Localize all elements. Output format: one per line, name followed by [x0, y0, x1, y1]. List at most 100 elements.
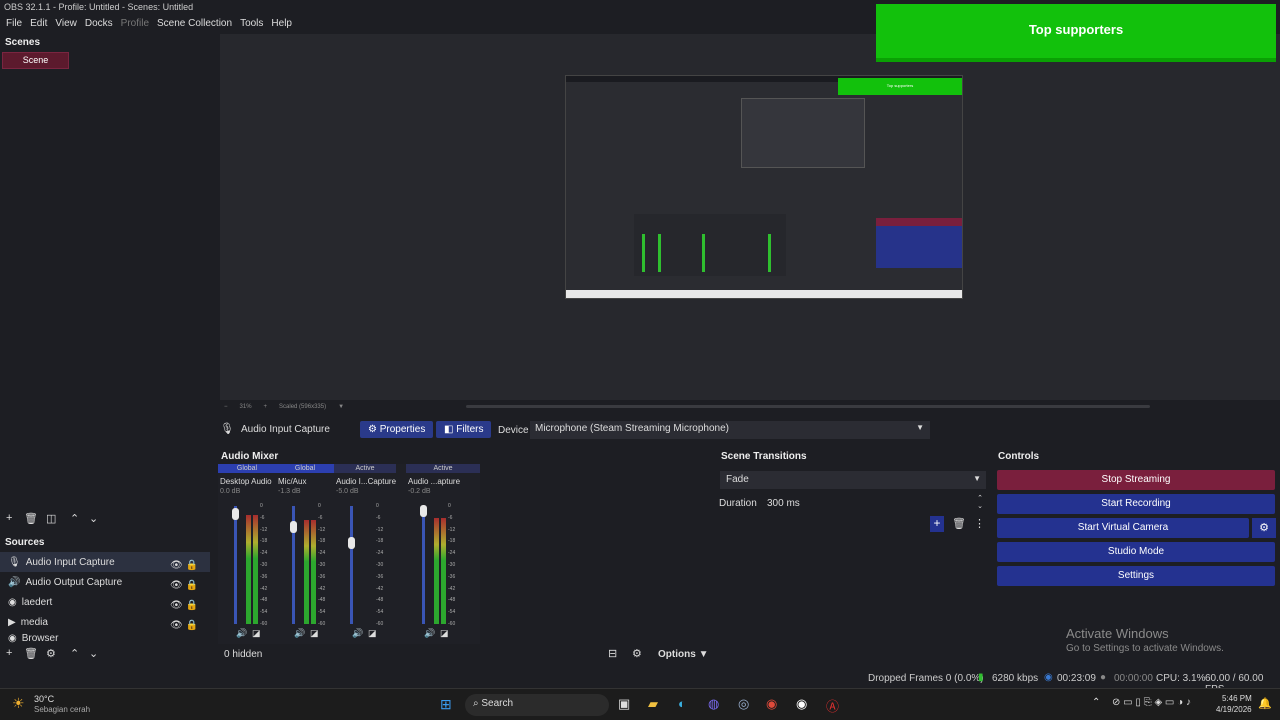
speaker-icon[interactable]: 🔊: [424, 628, 435, 639]
eye-icon[interactable]: 👁 🔒: [170, 616, 198, 636]
trash-icon[interactable]: 🗑: [24, 512, 38, 525]
notification-icon[interactable]: 🔔: [1258, 697, 1272, 710]
meter-tick-label: -6: [448, 514, 453, 521]
chevron-down-icon[interactable]: ⌄: [89, 512, 98, 525]
tray-icons[interactable]: ⊘ ▭ ▯ ⎘ ◈ ▭ ◑ ♪: [1112, 697, 1191, 708]
monitor-icon[interactable]: ◪: [252, 628, 261, 639]
channel-name[interactable]: Audio I...Capture: [334, 473, 396, 486]
add-icon[interactable]: +: [6, 512, 12, 524]
weather-desc: Sebagian cerah: [34, 705, 91, 714]
scaled-label: Scaled (596x335): [279, 404, 327, 410]
preview-scrollbar[interactable]: [466, 405, 1150, 408]
add-icon[interactable]: +: [6, 647, 12, 659]
chrome-icon[interactable]: ◉: [766, 696, 777, 712]
menu-help[interactable]: Help: [267, 16, 296, 34]
mixer-channel: Global Desktop Audio 0.0 dB 0 -6 -12 -18 -24 -30…: [218, 464, 276, 644]
meter-tick-label: -18: [448, 538, 456, 545]
audio-mixer-title: Audio Mixer: [221, 451, 279, 462]
studio-mode-button[interactable]: Studio Mode: [997, 542, 1275, 562]
scene-item[interactable]: Scene: [2, 52, 69, 69]
gear-icon[interactable]: ⚙: [46, 647, 56, 660]
more-icon[interactable]: ⋮: [974, 517, 985, 530]
obs-icon[interactable]: ◉: [796, 696, 807, 712]
task-view-icon[interactable]: ▣: [618, 696, 630, 712]
chevron-up-icon[interactable]: ⌃: [70, 647, 79, 660]
app-icon[interactable]: Ⓐ: [826, 696, 839, 715]
mixer-channel: Global Mic/Aux -1.3 dB 0 -6 -12 -18 -24 -30 -36 -4…: [276, 464, 334, 644]
trash-icon[interactable]: 🗑: [24, 647, 38, 660]
monitor-icon[interactable]: ◪: [440, 628, 449, 639]
volume-handle[interactable]: [420, 505, 427, 518]
steam-icon[interactable]: ◎: [738, 696, 749, 712]
meter-tick-label: -48: [260, 597, 268, 604]
menu-edit[interactable]: Edit: [26, 16, 51, 34]
settings-icon[interactable]: ⚙: [632, 647, 642, 660]
channel-name[interactable]: Desktop Audio: [218, 473, 276, 486]
volume-slider[interactable]: [422, 506, 425, 624]
edge-icon[interactable]: ◐: [678, 696, 686, 711]
menu-tools[interactable]: Tools: [236, 16, 267, 34]
volume-handle[interactable]: [290, 520, 297, 533]
meter-tick-label: -60: [376, 621, 384, 627]
selected-source-name: Audio Input Capture: [241, 424, 330, 435]
zoom-in-icon[interactable]: +: [264, 404, 268, 410]
source-label: Browser: [21, 632, 59, 644]
meter-tick-label: -36: [260, 573, 268, 580]
settings-button[interactable]: Settings: [997, 566, 1275, 586]
chevron-down-icon[interactable]: ⌄: [89, 647, 98, 660]
properties-button[interactable]: ⚙ Properties: [360, 421, 434, 438]
menu-view[interactable]: View: [51, 16, 81, 34]
chevron-up-icon[interactable]: ⌃: [70, 512, 79, 525]
volume-slider[interactable]: [350, 506, 353, 624]
start-virtual-camera-button[interactable]: Start Virtual Camera: [997, 518, 1249, 538]
meter-tick-label: -30: [448, 562, 456, 568]
windows-start-icon[interactable]: ⊞: [440, 696, 452, 713]
monitor-icon[interactable]: ◪: [310, 628, 319, 639]
file-explorer-icon[interactable]: ▰: [648, 696, 658, 712]
channel-name[interactable]: Mic/Aux: [276, 473, 334, 486]
layout-icon[interactable]: ⊟: [608, 647, 617, 660]
speaker-icon[interactable]: 🔊: [236, 628, 247, 639]
volume-handle[interactable]: [348, 537, 355, 550]
menu-docks[interactable]: Docks: [81, 16, 117, 34]
volume-handle[interactable]: [232, 507, 239, 520]
speaker-icon[interactable]: 🔊: [352, 628, 363, 639]
speaker-icon[interactable]: 🔊: [294, 628, 305, 639]
audio-meter: [304, 520, 309, 624]
monitor-icon[interactable]: ◪: [368, 628, 377, 639]
filters-button[interactable]: ◧ Filters: [436, 421, 492, 438]
scale-dropdown-icon[interactable]: ▼: [338, 404, 344, 410]
options-button[interactable]: Options ▼: [658, 649, 708, 660]
menu-profile[interactable]: Profile: [117, 16, 153, 34]
eye-icon[interactable]: 👁 🔒: [170, 556, 198, 576]
eye-icon[interactable]: 👁 🔒: [170, 576, 198, 596]
gear-icon[interactable]: ⚙: [1252, 518, 1276, 538]
meter-tick-label: -54: [260, 609, 268, 616]
zoom-out-icon[interactable]: −: [224, 404, 228, 410]
start-recording-button[interactable]: Start Recording: [997, 494, 1275, 514]
filter-icon[interactable]: ◫: [46, 512, 56, 525]
transition-select[interactable]: Fade ▼: [720, 471, 986, 489]
menu-scene-collection[interactable]: Scene Collection: [153, 16, 236, 34]
meter-tick-label: -12: [448, 526, 456, 533]
duration-input[interactable]: 300 ms ⌃ ⌄: [762, 495, 986, 513]
chevron-down-icon: ▼: [698, 649, 709, 660]
volume-slider[interactable]: [234, 506, 237, 624]
meter-tick-label: -24: [318, 550, 326, 557]
nested-meter: [642, 234, 645, 272]
add-transition-icon[interactable]: +: [930, 516, 944, 532]
eye-icon[interactable]: 👁 🔒: [170, 596, 198, 616]
tray-chevron-icon[interactable]: ⌃: [1092, 697, 1100, 708]
trash-icon[interactable]: 🗑: [952, 517, 966, 530]
stop-streaming-button[interactable]: Stop Streaming: [997, 470, 1275, 490]
taskbar-search[interactable]: ⌕ Search: [465, 694, 609, 716]
signal-icon: ▮: [978, 672, 984, 683]
meter-tick-label: -24: [448, 550, 456, 557]
properties-label: Properties: [379, 424, 426, 435]
meter-tick-label: -18: [376, 538, 384, 545]
stepper-icon[interactable]: ⌃ ⌄: [977, 495, 983, 511]
discord-icon[interactable]: ◍: [708, 696, 719, 712]
channel-name[interactable]: Audio ...apture: [406, 473, 480, 486]
device-select[interactable]: Microphone (Steam Streaming Microphone) …: [530, 421, 930, 439]
menu-file[interactable]: File: [2, 16, 26, 34]
